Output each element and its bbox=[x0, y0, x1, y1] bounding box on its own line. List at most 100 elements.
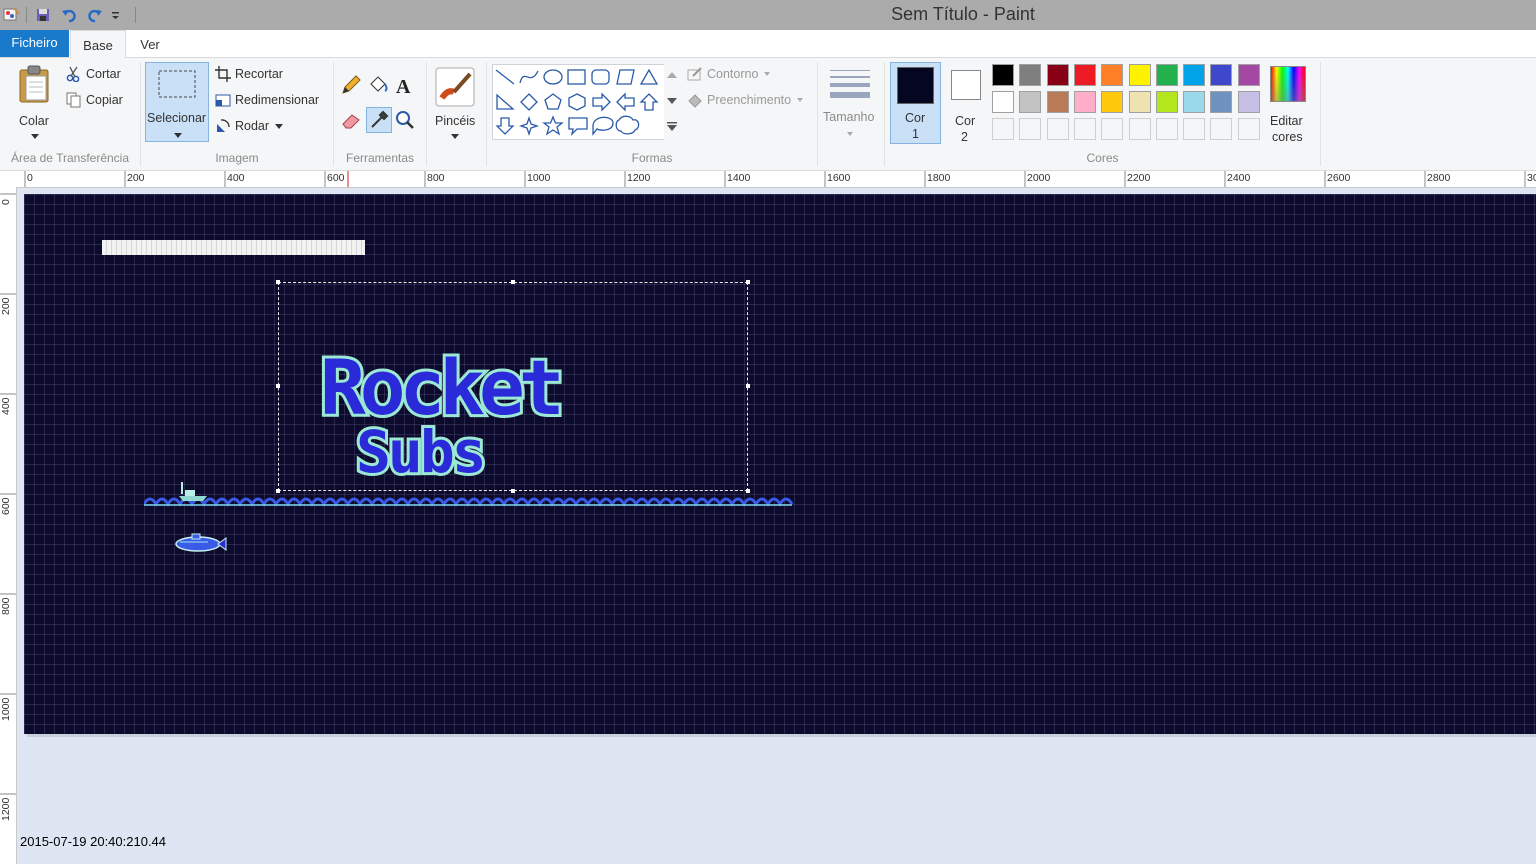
tab-view[interactable]: Ver bbox=[130, 30, 170, 57]
cut-button[interactable]: Cortar bbox=[66, 66, 121, 82]
palette-swatch[interactable] bbox=[1128, 91, 1151, 113]
eraser-icon[interactable] bbox=[340, 109, 362, 131]
ruler-h-label: 2400 bbox=[1227, 172, 1251, 184]
palette-swatch[interactable] bbox=[1155, 64, 1178, 86]
shapes-scroll[interactable] bbox=[664, 64, 680, 140]
crop-icon bbox=[215, 66, 231, 82]
brushes-button[interactable]: Pincéis bbox=[430, 62, 480, 142]
palette-swatch[interactable] bbox=[1237, 118, 1260, 140]
ruler-h-label: 400 bbox=[227, 172, 245, 184]
palette-swatch[interactable] bbox=[1128, 118, 1151, 140]
chevron-down-icon bbox=[451, 134, 459, 139]
gallery-expand-icon[interactable] bbox=[667, 122, 677, 131]
color2-button[interactable]: Cor 2 bbox=[944, 62, 986, 144]
palette-swatch[interactable] bbox=[992, 91, 1014, 113]
palette-swatch[interactable] bbox=[1073, 64, 1096, 86]
paste-button[interactable]: Colar bbox=[10, 62, 58, 142]
copy-button[interactable]: Copiar bbox=[66, 92, 123, 108]
crop-button[interactable]: Recortar bbox=[215, 66, 283, 82]
selection-handle[interactable] bbox=[746, 280, 750, 284]
size-button[interactable]: Tamanho bbox=[820, 62, 880, 142]
edit-colors-line1: Editar bbox=[1270, 114, 1303, 128]
selection-handle[interactable] bbox=[276, 384, 280, 388]
color-picker-tool[interactable] bbox=[366, 107, 392, 133]
palette-swatch[interactable] bbox=[992, 118, 1014, 140]
color2-label-line1: Cor bbox=[955, 114, 976, 128]
palette-swatch[interactable] bbox=[1128, 64, 1151, 86]
palette-swatch[interactable] bbox=[1073, 118, 1096, 140]
chevron-down-icon bbox=[847, 132, 853, 136]
shapes-group-label: Formas bbox=[631, 151, 673, 165]
resize-button[interactable]: Redimensionar bbox=[215, 92, 319, 108]
svg-text:A: A bbox=[396, 76, 411, 96]
magnifier-icon[interactable] bbox=[394, 109, 416, 131]
text-tool-icon[interactable]: A bbox=[394, 74, 416, 96]
image-group-label: Imagem bbox=[215, 151, 259, 165]
brush-icon bbox=[435, 67, 475, 107]
pencil-icon[interactable] bbox=[340, 74, 362, 96]
ruler-v-label: 800 bbox=[0, 597, 12, 615]
palette-swatch[interactable] bbox=[1019, 118, 1042, 140]
palette-swatch[interactable] bbox=[1183, 118, 1206, 140]
palette-swatch[interactable] bbox=[1046, 64, 1069, 86]
fill-icon bbox=[688, 94, 702, 108]
fill-dropdown[interactable]: Preenchimento bbox=[687, 92, 804, 108]
palette-swatch[interactable] bbox=[1210, 91, 1233, 113]
palette-swatch[interactable] bbox=[1155, 91, 1178, 113]
palette-swatch[interactable] bbox=[1101, 118, 1124, 140]
select-label: Selecionar bbox=[147, 111, 207, 125]
tab-file[interactable]: Ficheiro bbox=[0, 30, 69, 57]
ribbon: Colar Cortar Copiar Área de Transferênci… bbox=[0, 58, 1536, 171]
selection-handle[interactable] bbox=[511, 280, 515, 284]
shapes-gallery[interactable] bbox=[492, 64, 680, 140]
eyedropper-icon bbox=[371, 110, 389, 128]
palette-swatch[interactable] bbox=[1210, 64, 1233, 86]
palette-swatch[interactable] bbox=[1101, 64, 1124, 86]
selection-handle[interactable] bbox=[276, 280, 280, 284]
palette-swatch[interactable] bbox=[1183, 91, 1206, 113]
rotate-label: Rodar bbox=[235, 119, 270, 133]
palette-swatch[interactable] bbox=[1183, 64, 1206, 86]
palette-swatch[interactable] bbox=[1046, 91, 1069, 113]
outline-icon bbox=[687, 67, 702, 81]
palette-swatch[interactable] bbox=[1046, 118, 1069, 140]
group-separator bbox=[1320, 62, 1321, 166]
chevron-down-icon bbox=[31, 134, 39, 139]
clipboard-group-label: Área de Transferência bbox=[10, 151, 130, 165]
ocean-waves bbox=[144, 497, 794, 507]
palette-swatch[interactable] bbox=[992, 64, 1014, 86]
palette-swatch[interactable] bbox=[1019, 64, 1042, 86]
palette-swatch[interactable] bbox=[1237, 91, 1260, 113]
ruler-v-label: 0 bbox=[0, 199, 12, 205]
palette-swatch[interactable] bbox=[1155, 118, 1178, 140]
ruler-h-label: 1600 bbox=[827, 172, 851, 184]
selection-handle[interactable] bbox=[746, 384, 750, 388]
fill-bucket-icon[interactable] bbox=[367, 74, 389, 96]
line-size-icon bbox=[830, 70, 870, 98]
palette-swatch[interactable] bbox=[1237, 64, 1260, 86]
white-bar-shape bbox=[102, 240, 365, 255]
drawing-canvas[interactable]: Rocket Subs bbox=[24, 194, 1536, 734]
palette-swatch[interactable] bbox=[1210, 118, 1233, 140]
submarine-sprite bbox=[175, 533, 227, 552]
chevron-down-icon bbox=[797, 98, 804, 102]
ruler-h-label: 2600 bbox=[1327, 172, 1351, 184]
ribbon-tab-row: Ficheiro Base Ver bbox=[0, 30, 1536, 59]
color-palette bbox=[992, 64, 1262, 144]
scroll-up-icon[interactable] bbox=[667, 72, 677, 78]
select-button[interactable]: Selecionar bbox=[145, 62, 209, 142]
palette-swatch[interactable] bbox=[1101, 91, 1124, 113]
scroll-down-icon[interactable] bbox=[667, 98, 677, 104]
ruler-h-label: 2200 bbox=[1127, 172, 1151, 184]
copy-label: Copiar bbox=[86, 93, 123, 107]
edit-colors-button[interactable]: Editar cores bbox=[1266, 62, 1312, 144]
colors-group-label: Cores bbox=[1086, 151, 1119, 165]
rotate-button[interactable]: Rodar bbox=[215, 118, 284, 134]
tab-home[interactable]: Base bbox=[70, 30, 126, 59]
palette-swatch[interactable] bbox=[1073, 91, 1096, 113]
shapes-gallery-icons bbox=[495, 68, 659, 137]
outline-dropdown[interactable]: Contorno bbox=[687, 66, 771, 82]
palette-swatch[interactable] bbox=[1019, 91, 1042, 113]
fill-label: Preenchimento bbox=[707, 93, 792, 107]
color1-button[interactable]: Cor 1 bbox=[890, 62, 941, 144]
